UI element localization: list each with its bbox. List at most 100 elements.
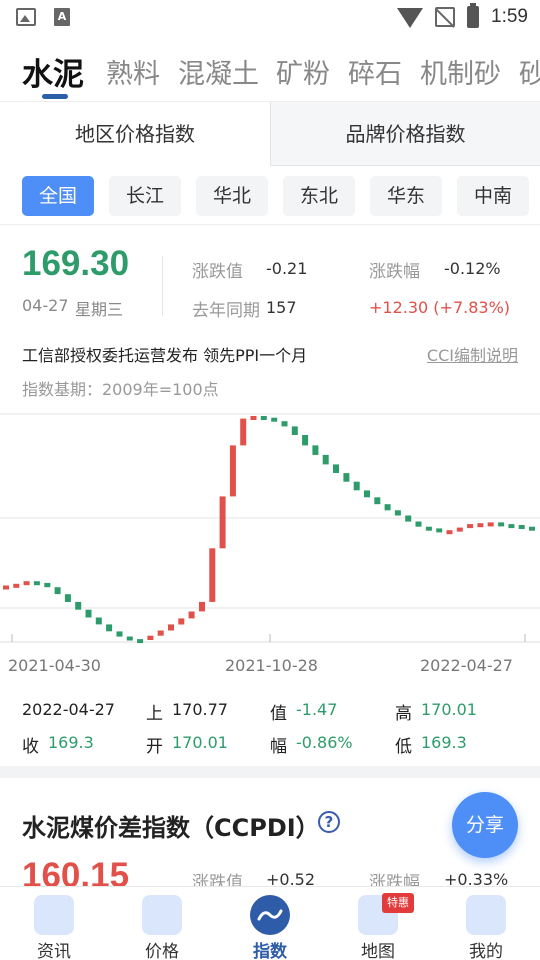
- high-label: 高: [395, 704, 412, 724]
- low-label: 低: [395, 737, 412, 757]
- candle: [374, 497, 381, 505]
- candle: [54, 587, 61, 595]
- candle: [425, 526, 432, 531]
- amplitude-value: -0.86%: [296, 733, 353, 752]
- nav-item-price[interactable]: 价格: [108, 887, 216, 960]
- candle: [13, 583, 20, 588]
- summary-date: 2022-04-27: [22, 700, 115, 719]
- candle: [353, 481, 360, 491]
- candle: [44, 582, 51, 588]
- candle: [240, 418, 247, 446]
- news-headline[interactable]: 工信部授权委托运营发布 领先PPI一个月: [22, 342, 307, 366]
- price-chart-icon: [142, 895, 182, 935]
- value-label: 值: [270, 704, 287, 724]
- candle: [405, 515, 412, 522]
- region-north-china[interactable]: 华北: [196, 176, 268, 216]
- candle: [436, 528, 443, 533]
- nav-item-profile[interactable]: 我的: [432, 887, 540, 960]
- region-northeast[interactable]: 东北: [283, 176, 355, 216]
- candle: [157, 630, 164, 636]
- tab-mineral-powder[interactable]: 矿粉: [276, 52, 330, 91]
- tab-concrete[interactable]: 混凝土: [178, 52, 259, 91]
- ccpdi-change-pct-label: 涨跌幅: [369, 873, 420, 886]
- share-button[interactable]: 分享: [452, 792, 518, 858]
- candle: [106, 624, 113, 632]
- candle: [467, 524, 474, 529]
- candle: [364, 490, 370, 498]
- tab-clinker[interactable]: 熟料: [106, 52, 160, 91]
- nav-item-map[interactable]: 特惠 地图: [324, 887, 432, 960]
- status-bar: A 1:59: [0, 0, 540, 38]
- region-east-china[interactable]: 华东: [370, 176, 442, 216]
- ccpdi-change-value: +0.52: [266, 870, 316, 886]
- candle: [312, 445, 319, 455]
- font-icon: A: [54, 8, 70, 26]
- x-tick-label: 2022-04-27: [420, 656, 513, 675]
- candle: [260, 416, 267, 420]
- last-year-diff: +12.30 (+7.83%): [369, 298, 511, 317]
- open-label: 开: [146, 737, 163, 757]
- price-date: 04-27: [22, 296, 69, 315]
- divider: [0, 224, 540, 225]
- candle: [95, 617, 102, 625]
- candle: [333, 464, 339, 473]
- no-sim-icon: [435, 7, 456, 27]
- change-value: -0.21: [266, 259, 308, 278]
- tab-sand[interactable]: 砂: [519, 52, 540, 91]
- nav-item-index[interactable]: 指数: [216, 887, 324, 960]
- active-tab-underline: [42, 94, 68, 99]
- candle: [116, 631, 123, 637]
- bottom-nav: 资讯 价格 指数 特惠 地图 我的: [0, 886, 540, 960]
- region-changjiang[interactable]: 长江: [109, 176, 181, 216]
- nav-item-news[interactable]: 资讯: [0, 887, 108, 960]
- nav-label: 地图: [361, 942, 395, 960]
- candle: [446, 530, 453, 535]
- tab-brand-index[interactable]: 品牌价格指数: [271, 102, 540, 166]
- wifi-icon: [397, 8, 424, 28]
- close-label: 收: [22, 737, 39, 757]
- x-tick-label: 2021-04-30: [8, 656, 101, 675]
- candle: [302, 435, 309, 446]
- help-icon[interactable]: ?: [318, 811, 340, 833]
- candle: [3, 585, 9, 590]
- divider: [162, 256, 163, 316]
- candle: [281, 421, 288, 427]
- price-weekday: 星期三: [75, 300, 124, 319]
- candle: [529, 526, 535, 531]
- tab-gravel[interactable]: 碎石: [348, 52, 402, 91]
- change-pct-label: 涨跌幅: [369, 262, 420, 282]
- candle: [477, 523, 484, 528]
- nav-label: 资讯: [37, 942, 71, 960]
- change-label: 涨跌值: [192, 262, 243, 282]
- tab-region-index[interactable]: 地区价格指数: [0, 102, 271, 166]
- candle: [456, 527, 463, 532]
- amplitude-label: 幅: [270, 737, 287, 757]
- prev-label: 上: [146, 704, 163, 724]
- ccpdi-change-label: 涨跌值: [192, 873, 243, 886]
- nav-label: 指数: [253, 942, 287, 960]
- ccpdi-change-pct-value: +0.33%: [444, 870, 509, 886]
- profile-icon: [466, 895, 506, 935]
- tab-machine-sand[interactable]: 机制砂: [420, 52, 501, 91]
- high-value: 170.01: [421, 700, 477, 719]
- candle: [209, 548, 216, 602]
- candle: [219, 496, 226, 549]
- candle: [322, 454, 329, 465]
- current-index-value: 169.30: [22, 244, 130, 283]
- candle: [415, 521, 422, 527]
- candle: [75, 601, 82, 610]
- category-tabs: 水泥 熟料 混凝土 矿粉 碎石 机制砂 砂: [0, 38, 540, 102]
- index-candlestick-chart[interactable]: [0, 406, 540, 666]
- candle: [64, 594, 71, 602]
- nav-label: 价格: [145, 942, 179, 960]
- tab-cement[interactable]: 水泥: [22, 49, 84, 94]
- candle: [168, 624, 174, 631]
- candle: [498, 522, 505, 527]
- region-central-south[interactable]: 中南: [457, 176, 529, 216]
- section-separator: [0, 766, 540, 778]
- candle: [188, 611, 195, 619]
- index-base-note: 指数基期：2009年=100点: [22, 380, 219, 399]
- cci-explanation-link[interactable]: CCI编制说明: [427, 342, 518, 366]
- region-national[interactable]: 全国: [22, 176, 94, 216]
- low-value: 169.3: [421, 733, 467, 752]
